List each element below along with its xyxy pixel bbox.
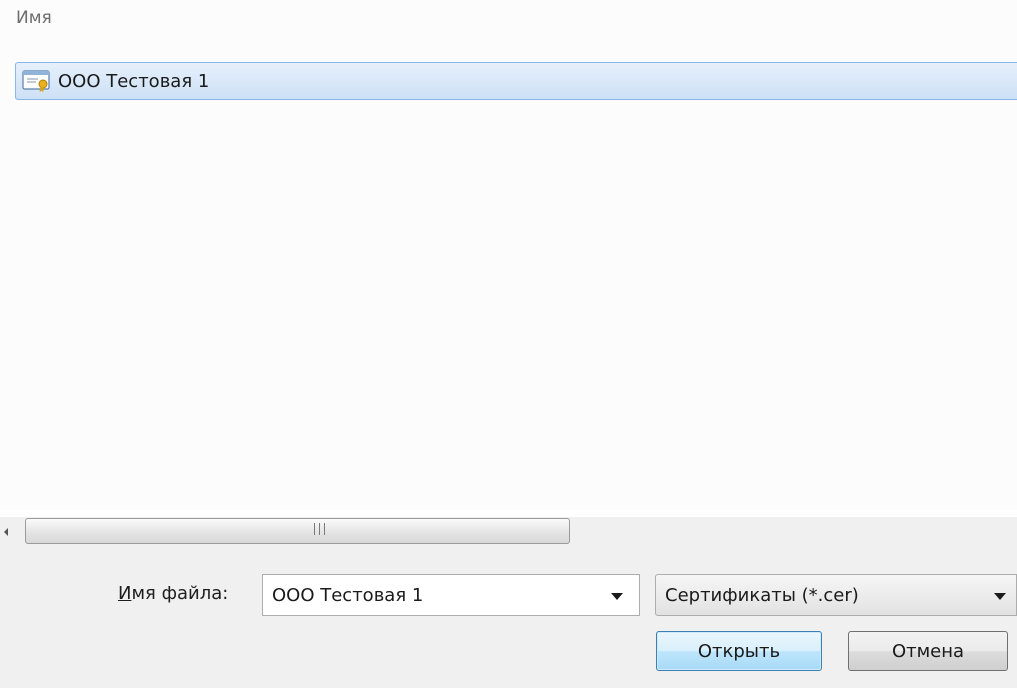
horizontal-scrollbar[interactable]: [0, 517, 1017, 547]
filename-input[interactable]: ООО Тестовая 1: [272, 585, 611, 606]
file-list[interactable]: Имя ООО Тестовая 1: [0, 0, 1017, 510]
file-type-filter-value: Сертификаты (*.cer): [665, 584, 859, 606]
column-header-name[interactable]: Имя: [16, 8, 52, 28]
bottom-panel: Имя файла: ООО Тестовая 1 Сертификаты (*…: [0, 547, 1017, 688]
scrollbar-thumb[interactable]: [25, 518, 570, 544]
filename-combobox[interactable]: ООО Тестовая 1: [262, 574, 640, 616]
file-type-filter[interactable]: Сертификаты (*.cer): [655, 574, 1017, 616]
certificate-icon: [22, 70, 50, 93]
open-button[interactable]: Открыть: [656, 631, 822, 671]
cancel-button[interactable]: Отмена: [848, 631, 1008, 671]
chevron-down-icon[interactable]: [611, 591, 623, 600]
scroll-left-icon[interactable]: [0, 517, 14, 547]
grip-icon: [314, 523, 325, 535]
chevron-down-icon[interactable]: [994, 591, 1006, 600]
open-file-dialog: Имя ООО Тестовая 1 Имя файла: ООО Тестов…: [0, 0, 1017, 688]
list-item-label: ООО Тестовая 1: [58, 70, 210, 92]
list-item[interactable]: ООО Тестовая 1: [15, 62, 1017, 100]
filename-label: Имя файла:: [118, 583, 229, 604]
